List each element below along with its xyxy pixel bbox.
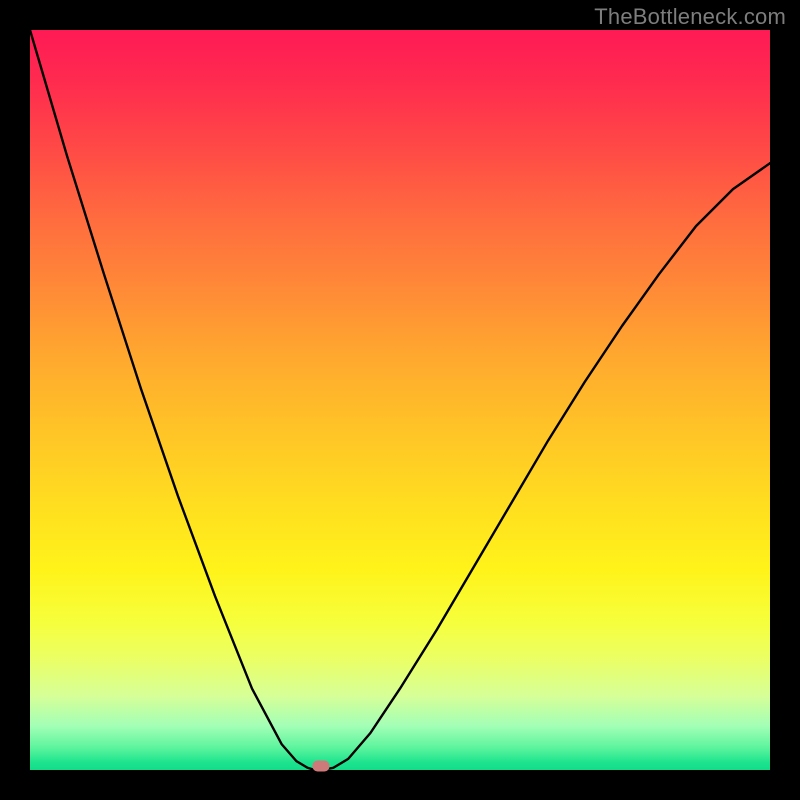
chart-container: TheBottleneck.com: [0, 0, 800, 800]
watermark-text: TheBottleneck.com: [594, 4, 786, 30]
minimum-marker: [313, 760, 330, 771]
plot-area: [30, 30, 770, 770]
curve-path: [30, 30, 770, 770]
bottleneck-curve: [30, 30, 770, 770]
